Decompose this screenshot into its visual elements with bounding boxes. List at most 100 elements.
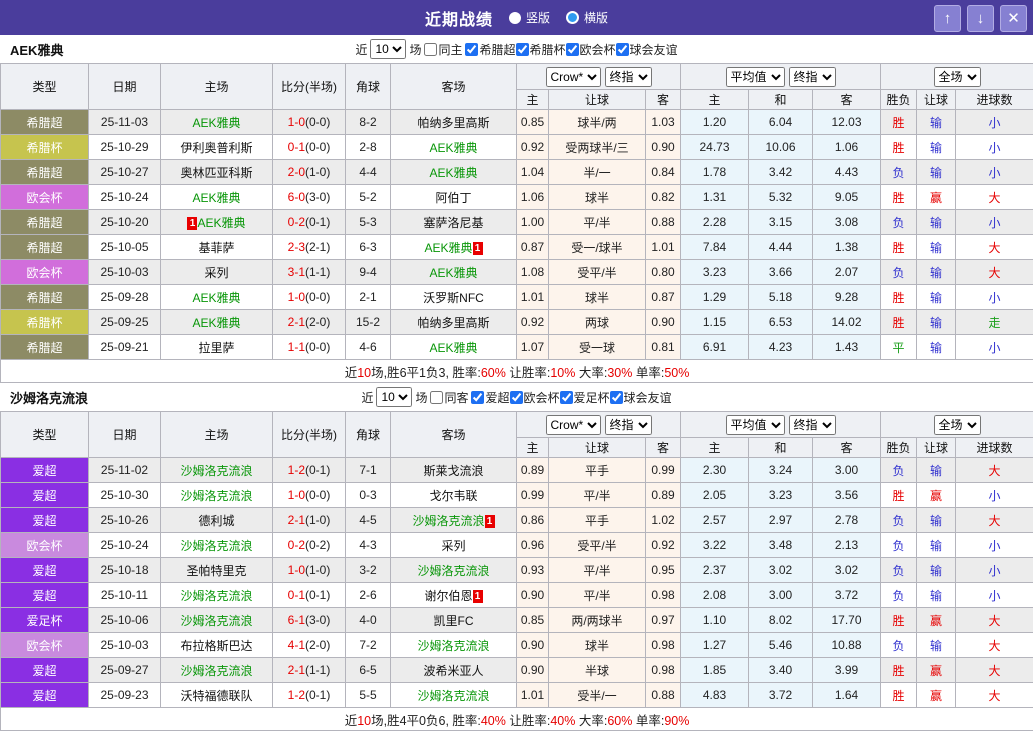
- summary-segment: 让胜率:: [505, 713, 551, 728]
- fulltime-score: 1-0: [287, 563, 305, 577]
- close-button[interactable]: ✕: [1000, 5, 1027, 32]
- halftime-score: (0-1): [305, 588, 331, 602]
- same-venue-checkbox-2[interactable]: 同客: [430, 389, 468, 406]
- home-team-name: 沙姆洛克流浪: [180, 613, 253, 628]
- same-venue-checkbox-1[interactable]: 同主: [424, 41, 462, 58]
- winlose-cell: 平: [880, 334, 918, 360]
- corner-cell: 4-4: [345, 159, 391, 185]
- layout-radio-horizontal[interactable]: 横版: [566, 9, 608, 26]
- final-odds-select-2[interactable]: 终指: [788, 66, 836, 87]
- avg-home-cell: 2.28: [680, 209, 749, 235]
- avg-away-cell: 17.70: [811, 607, 882, 633]
- date-cell: 25-10-27: [88, 159, 161, 185]
- col-handicap: 让球: [548, 89, 646, 110]
- date-cell: 25-11-02: [88, 457, 161, 483]
- home-team-cell: 沃特福德联队: [160, 682, 273, 708]
- match-row: 爱超 25-11-02 沙姆洛克流浪 1-2(0-1) 7-1 斯莱戈流浪 0.…: [0, 457, 1033, 483]
- league-checkbox-input[interactable]: [615, 42, 629, 56]
- away-odds-cell: 0.81: [645, 334, 681, 360]
- league-checkbox-input[interactable]: [559, 390, 573, 404]
- avg-draw-cell: 5.32: [748, 184, 813, 210]
- bookmaker-select[interactable]: Crow*: [545, 414, 601, 435]
- away-team-cell: AEK雅典 1: [390, 234, 517, 260]
- move-up-button[interactable]: ↑: [934, 5, 961, 32]
- col-a: 客: [645, 437, 681, 458]
- handicap-cell: 平/半: [548, 582, 646, 608]
- average-select[interactable]: 平均值: [725, 66, 785, 87]
- home-team-cell: AEK雅典: [160, 284, 273, 310]
- overunder-cell: 大: [955, 632, 1033, 658]
- avg-home-cell: 4.83: [680, 682, 749, 708]
- final-odds-select-2[interactable]: 终指: [788, 414, 836, 435]
- league-filter-checkbox[interactable]: 球会友谊: [609, 389, 672, 406]
- bookmaker-select[interactable]: Crow*: [545, 66, 601, 87]
- fulltime-score: 1-0: [287, 115, 305, 129]
- match-count-select[interactable]: 10: [376, 387, 413, 407]
- winlose-cell: 负: [880, 632, 918, 658]
- handicap-cell: 两球: [548, 309, 646, 335]
- league-cell: 希腊杯: [0, 134, 89, 160]
- col-home: 主场: [160, 411, 273, 458]
- match-row: 欧会杯 25-10-24 AEK雅典 6-0(3-0) 5-2 阿伯丁 1.06…: [0, 184, 1033, 210]
- same-home-checkbox-input[interactable]: [424, 42, 438, 56]
- layout-radio-vertical[interactable]: 竖版: [508, 9, 550, 26]
- match-row: 欧会杯 25-10-03 采列 3-1(1-1) 9-4 AEK雅典 1.08 …: [0, 259, 1033, 285]
- cover-cell: 输: [916, 309, 957, 335]
- avg-home-cell: 1.85: [680, 657, 749, 683]
- final-odds-select-1[interactable]: 终指: [604, 66, 652, 87]
- league-cell: 爱超: [0, 482, 89, 508]
- cover-cell: 赢: [916, 184, 957, 210]
- league-checkbox-input[interactable]: [609, 390, 623, 404]
- avg-draw-cell: 3.48: [748, 532, 813, 558]
- section-header-1: AEK雅典 近 10 场 同主 希腊超 希腊杯 欧会杯 球会友谊: [0, 35, 1033, 63]
- cover-cell: 输: [916, 632, 957, 658]
- summary-segment: 近: [344, 713, 358, 728]
- halftime-score: (0-0): [305, 290, 331, 304]
- away-team-cell: 帕纳多里高斯: [390, 309, 517, 335]
- move-down-button[interactable]: ↓: [967, 5, 994, 32]
- league-filter-checkbox[interactable]: 希腊杯: [515, 41, 566, 58]
- cover-cell: 输: [916, 134, 957, 160]
- radio-vertical-label: 竖版: [525, 11, 550, 25]
- match-row: 爱超 25-10-11 沙姆洛克流浪 0-1(0-1) 2-6 谢尔伯恩 1 0.…: [0, 582, 1033, 608]
- home-team-cell: 伊利奥普利斯: [160, 134, 273, 160]
- league-filter-checkbox[interactable]: 希腊超: [465, 41, 516, 58]
- away-team-name: AEK雅典: [424, 240, 473, 255]
- home-team-cell: 沙姆洛克流浪: [160, 482, 273, 508]
- league-filter-checkbox[interactable]: 爱超: [471, 389, 510, 406]
- league-cell: 希腊超: [0, 109, 89, 135]
- avg-home-cell: 1.27: [680, 632, 749, 658]
- match-row: 希腊超 25-10-27 奥林匹亚科斯 2-0(1-0) 4-4 AEK雅典 1…: [0, 159, 1033, 185]
- col-score: 比分(半场): [272, 411, 346, 458]
- avg-away-cell: 2.07: [811, 259, 882, 285]
- corner-cell: 2-6: [345, 582, 391, 608]
- home-team-name: 布拉格斯巴达: [180, 638, 253, 653]
- league-checkbox-input[interactable]: [509, 390, 523, 404]
- match-count-select[interactable]: 10: [370, 39, 407, 59]
- league-cell: 希腊超: [0, 209, 89, 235]
- league-checkbox-input[interactable]: [471, 390, 485, 404]
- away-team-cell: 沙姆洛克流浪: [390, 632, 517, 658]
- league-filter-checkbox[interactable]: 欧会杯: [565, 41, 616, 58]
- same-away-checkbox-input[interactable]: [430, 390, 444, 404]
- handicap-cell: 受一/球半: [548, 234, 646, 260]
- away-team-name: 采列: [441, 538, 466, 553]
- average-select[interactable]: 平均值: [725, 414, 785, 435]
- league-checkbox-input[interactable]: [565, 42, 579, 56]
- league-filter-checkbox[interactable]: 欧会杯: [509, 389, 560, 406]
- league-checkbox-input[interactable]: [465, 42, 479, 56]
- fulltime-select[interactable]: 全场: [933, 66, 981, 87]
- fulltime-select[interactable]: 全场: [933, 414, 981, 435]
- date-cell: 25-10-29: [88, 134, 161, 160]
- winlose-cell: 胜: [880, 682, 918, 708]
- league-checkbox-input[interactable]: [515, 42, 529, 56]
- league-filter-checkbox[interactable]: 爱足杯: [559, 389, 610, 406]
- col-goals: 进球数: [955, 89, 1033, 110]
- score-cell: 4-1(2-0): [272, 632, 346, 658]
- final-odds-select-1[interactable]: 终指: [604, 414, 652, 435]
- date-cell: 25-10-24: [88, 184, 161, 210]
- handicap-cell: 平手: [548, 457, 646, 483]
- corner-cell: 5-5: [345, 682, 391, 708]
- league-filter-checkbox[interactable]: 球会友谊: [615, 41, 678, 58]
- col-avg-d: 和: [748, 437, 813, 458]
